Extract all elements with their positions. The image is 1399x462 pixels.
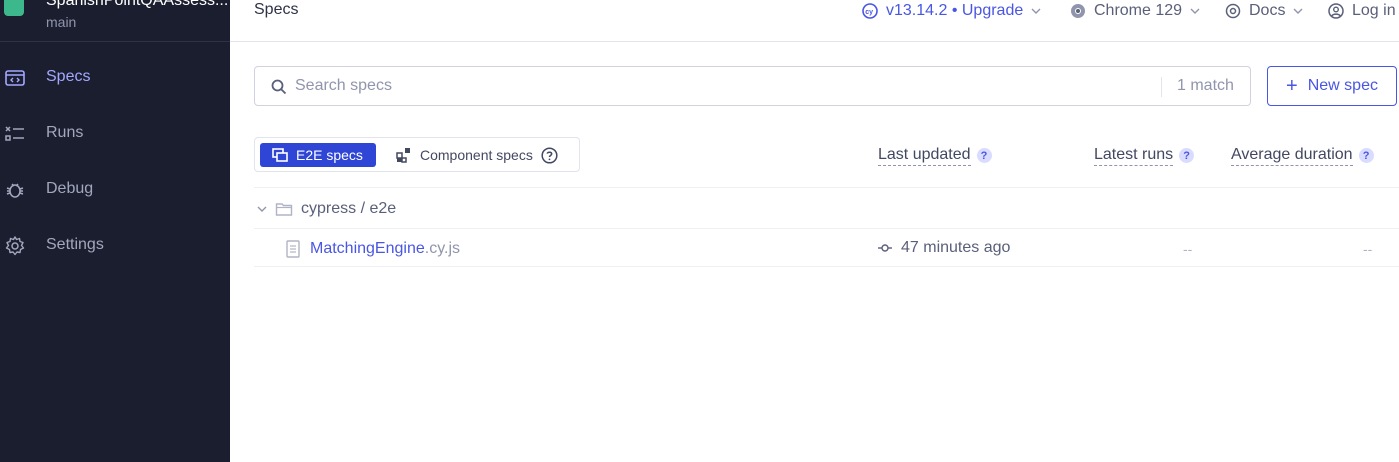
version-upgrade-link[interactable]: cy v13.14.2 • Upgrade: [862, 0, 1041, 22]
folder-path: cypress / e2e: [301, 200, 397, 217]
svg-text:cy: cy: [865, 9, 873, 16]
sidebar-item-label: Specs: [46, 68, 91, 85]
latest-runs-cell: --: [1183, 241, 1193, 257]
spec-row[interactable]: MatchingEngine .cy.js: [286, 237, 460, 261]
settings-icon: [5, 236, 25, 256]
question-icon[interactable]: ?: [976, 148, 992, 163]
document-icon: [286, 240, 300, 258]
page-title: Specs: [254, 1, 299, 18]
spec-extension: .cy.js: [424, 240, 461, 257]
tab-e2e-specs[interactable]: E2E specs: [260, 143, 376, 167]
docs-lifebuoy-icon: [1225, 3, 1241, 19]
last-updated-cell: 47 minutes ago: [878, 239, 1010, 257]
user-icon: [1328, 3, 1344, 19]
version-label: v13.14.2 • Upgrade: [886, 2, 1024, 19]
chevron-down-icon: [257, 206, 267, 212]
spec-type-tabs: E2E specs Component specs: [254, 137, 580, 172]
git-commit-icon: [878, 244, 892, 252]
folder-row[interactable]: cypress / e2e: [254, 196, 396, 222]
column-label: Average duration: [1231, 145, 1353, 166]
top-bar: Specs cy v13.14.2 • Upgrade Chrome 129 D…: [230, 0, 1399, 42]
browser-selector[interactable]: Chrome 129: [1070, 0, 1200, 22]
sidebar: SpanishPointQAAssess... main Specs Runs …: [0, 0, 230, 462]
sidebar-item-specs[interactable]: Specs: [0, 56, 230, 100]
login-label: Log in: [1352, 2, 1396, 19]
last-updated-text: 47 minutes ago: [901, 239, 1011, 256]
runs-icon: [5, 126, 24, 141]
project-logo-icon: [4, 0, 24, 16]
chrome-icon: [1071, 4, 1085, 18]
question-icon[interactable]: ?: [1358, 148, 1374, 163]
login-button[interactable]: Log in: [1328, 0, 1396, 22]
chevron-down-icon: [1293, 8, 1303, 14]
tab-label: Component specs: [420, 147, 533, 163]
monitor-icon: [272, 148, 288, 162]
chevron-down-icon: [1031, 8, 1041, 14]
question-icon[interactable]: ?: [1179, 148, 1195, 163]
docs-menu[interactable]: Docs: [1225, 0, 1303, 22]
spec-name[interactable]: MatchingEngine: [310, 240, 425, 258]
help-icon[interactable]: [541, 146, 558, 164]
browser-label: Chrome 129: [1094, 2, 1183, 19]
sidebar-item-runs[interactable]: Runs: [0, 112, 230, 156]
divider: [254, 228, 1399, 229]
sidebar-item-label: Runs: [46, 124, 84, 141]
sidebar-item-settings[interactable]: Settings: [0, 224, 230, 268]
column-header-latest-runs[interactable]: Latest runs ?: [1094, 145, 1195, 166]
debug-icon: [6, 183, 24, 198]
chevron-down-icon: [1190, 8, 1200, 14]
sidebar-item-debug[interactable]: Debug: [0, 168, 230, 212]
specs-icon: [5, 70, 25, 86]
component-icon: [396, 148, 410, 163]
match-count: 1 match: [1177, 77, 1234, 94]
divider: [1161, 77, 1162, 97]
project-switcher[interactable]: SpanishPointQAAssess... main: [0, 0, 230, 42]
project-name: SpanishPointQAAssess...: [46, 0, 229, 9]
sidebar-item-label: Settings: [46, 236, 104, 253]
cypress-logo-icon: cy: [862, 3, 878, 19]
search-icon: [271, 79, 287, 95]
sidebar-item-label: Debug: [46, 180, 94, 197]
column-header-average-duration[interactable]: Average duration ?: [1231, 145, 1374, 166]
search-input[interactable]: [295, 73, 1135, 99]
column-label: Latest runs: [1094, 145, 1174, 166]
plus-icon: +: [1286, 75, 1298, 97]
divider: [254, 187, 1399, 188]
folder-icon: [275, 203, 293, 216]
tab-component-specs[interactable]: Component specs: [396, 143, 566, 167]
new-spec-label: New spec: [1307, 77, 1378, 94]
tab-label: E2E specs: [296, 147, 363, 163]
project-branch: main: [46, 14, 77, 30]
search-box: 1 match: [254, 66, 1251, 106]
average-duration-cell: --: [1363, 241, 1373, 257]
column-label: Last updated: [878, 145, 971, 166]
column-header-last-updated[interactable]: Last updated ?: [878, 145, 992, 166]
divider: [254, 266, 1399, 267]
new-spec-button[interactable]: + New spec: [1267, 66, 1397, 106]
docs-label: Docs: [1249, 2, 1286, 19]
